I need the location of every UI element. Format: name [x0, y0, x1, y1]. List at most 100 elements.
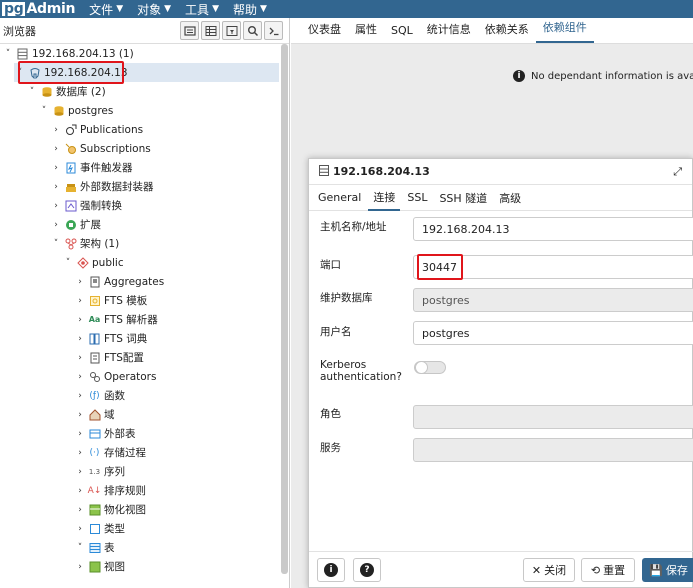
tree-item-fts-configurations[interactable]: › FTS配置: [74, 348, 144, 367]
menu-object[interactable]: 对象 ▼: [137, 1, 171, 18]
tree-item-label: 数据库 (2): [56, 86, 106, 98]
tree-item-domains[interactable]: › 域: [74, 405, 115, 424]
tree-item-label: 类型: [104, 523, 125, 535]
chevron-down-icon[interactable]: ˅: [50, 239, 62, 249]
chevron-right-icon[interactable]: ›: [74, 448, 86, 458]
tree-item-types[interactable]: › 类型: [74, 519, 125, 538]
main-tabs: 仪表盘 属性 SQL 统计信息 依赖关系 依赖组件: [291, 18, 693, 44]
tree-item-operators[interactable]: › Operators: [74, 367, 156, 386]
chevron-right-icon[interactable]: ›: [50, 125, 62, 135]
foreign-data-wrapper-icon: [64, 180, 77, 193]
search-icon[interactable]: [243, 21, 262, 40]
chevron-down-icon[interactable]: ˅: [38, 106, 50, 116]
chevron-down-icon: ▼: [164, 4, 172, 14]
tree-item-sequences[interactable]: › 1.3 序列: [74, 462, 125, 481]
chevron-down-icon[interactable]: ˅: [74, 543, 86, 553]
role-input[interactable]: [413, 405, 693, 429]
function-icon: (ƒ): [89, 390, 100, 401]
help-button[interactable]: ?: [353, 558, 381, 582]
tree-item-fts-dictionaries[interactable]: › FTS 词典: [74, 329, 147, 348]
tree-item-label: public: [92, 256, 124, 269]
service-label: 服务: [320, 442, 341, 454]
chevron-down-icon[interactable]: ˅: [26, 87, 38, 97]
menu-help[interactable]: 帮助 ▼: [233, 1, 267, 18]
tree-item-collations[interactable]: › A↓ 排序规则: [74, 481, 146, 500]
chevron-right-icon[interactable]: ›: [74, 296, 86, 306]
info-button[interactable]: i: [317, 558, 345, 582]
tree-item-fts-parsers[interactable]: › Aa FTS 解析器: [74, 310, 158, 329]
tree-item-views[interactable]: › 视图: [74, 557, 125, 576]
reset-button[interactable]: ⟲ 重置: [581, 558, 635, 582]
tab-dependencies[interactable]: 依赖关系: [478, 21, 536, 43]
tree-item-foreign-tables[interactable]: › 外部表: [74, 424, 135, 443]
service-input[interactable]: [413, 438, 693, 462]
info-icon: i: [324, 563, 338, 577]
chevron-right-icon[interactable]: ›: [74, 524, 86, 534]
dialog-tab-ssh-tunnel[interactable]: SSH 隧道: [434, 186, 492, 210]
tree-item-event-triggers[interactable]: › 事件触发器: [50, 158, 133, 177]
chevron-right-icon[interactable]: ›: [74, 372, 86, 382]
chevron-down-icon[interactable]: ˅: [62, 258, 74, 268]
dialog-tab-connection[interactable]: 连接: [368, 185, 401, 211]
chevron-right-icon[interactable]: ›: [50, 163, 62, 173]
tree-item-label: 函数: [104, 390, 125, 402]
tab-sql[interactable]: SQL: [384, 24, 420, 43]
kerberos-toggle[interactable]: [414, 361, 446, 374]
tree-item-foreign-data-wrappers[interactable]: › 外部数据封装器: [50, 177, 153, 196]
chevron-right-icon[interactable]: ›: [74, 505, 86, 515]
browser-title: 浏览器: [3, 24, 36, 38]
chevron-right-icon[interactable]: ›: [74, 467, 86, 477]
tree-item-subscriptions[interactable]: › Subscriptions: [50, 139, 151, 158]
chevron-right-icon[interactable]: ›: [74, 486, 86, 496]
tab-properties[interactable]: 属性: [348, 21, 384, 43]
tree-item-materialized-views[interactable]: › 物化视图: [74, 500, 146, 519]
chevron-right-icon[interactable]: ›: [50, 144, 62, 154]
close-button[interactable]: ✕ 关闭: [523, 558, 575, 582]
tree-item-extensions[interactable]: › 扩展: [50, 215, 101, 234]
chevron-down-icon[interactable]: ˅: [2, 49, 14, 59]
maximize-icon[interactable]: ⤢: [673, 165, 682, 179]
tree-item-public[interactable]: ˅ public: [62, 253, 124, 272]
tree-item-schemas[interactable]: ˅ 架构 (1): [50, 234, 119, 253]
chevron-right-icon[interactable]: ›: [74, 562, 86, 572]
tab-dependents[interactable]: 依赖组件: [535, 19, 594, 43]
chevron-right-icon[interactable]: ›: [74, 277, 86, 287]
menu-file[interactable]: 文件 ▼: [89, 1, 123, 18]
chevron-right-icon[interactable]: ›: [74, 353, 86, 363]
chevron-right-icon[interactable]: ›: [74, 410, 86, 420]
tree-item-postgres[interactable]: ˅ postgres: [38, 101, 114, 120]
tree-item-publications[interactable]: › Publications: [50, 120, 143, 139]
tree-item-procedures[interactable]: › (·) 存储过程: [74, 443, 146, 462]
tree-item-fts-templates[interactable]: › FTS 模板: [74, 291, 147, 310]
chevron-right-icon[interactable]: ›: [74, 315, 86, 325]
dialog-title-bar[interactable]: 192.168.204.13 ⤢: [309, 159, 692, 185]
tree-item-functions[interactable]: › (ƒ) 函数: [74, 386, 125, 405]
dialog-tab-advanced[interactable]: 高级: [494, 186, 526, 210]
save-button[interactable]: 💾 保存: [642, 558, 693, 582]
host-input[interactable]: 192.168.204.13: [413, 217, 693, 241]
tree-item-label: postgres: [68, 104, 114, 117]
chevron-right-icon[interactable]: ›: [74, 334, 86, 344]
chevron-right-icon[interactable]: ›: [50, 220, 62, 230]
view-data-icon[interactable]: [201, 21, 220, 40]
tab-dashboard[interactable]: 仪表盘: [301, 21, 348, 43]
chevron-right-icon[interactable]: ›: [74, 391, 86, 401]
chevron-right-icon[interactable]: ›: [50, 201, 62, 211]
psql-tool-icon[interactable]: [264, 21, 283, 40]
dialog-tab-ssl[interactable]: SSL: [402, 187, 432, 208]
tree-scrollbar[interactable]: [281, 44, 288, 574]
username-input[interactable]: postgres: [413, 321, 693, 345]
tree-item-tables[interactable]: ˅ 表: [74, 538, 115, 557]
dialog-tab-general[interactable]: General: [313, 187, 366, 208]
chevron-right-icon[interactable]: ›: [50, 182, 62, 192]
chevron-right-icon[interactable]: ›: [74, 429, 86, 439]
tree-item-aggregates[interactable]: › Aggregates: [74, 272, 164, 291]
info-icon: i: [513, 70, 525, 82]
tree-item-casts[interactable]: › 强制转换: [50, 196, 122, 215]
tab-statistics[interactable]: 统计信息: [420, 21, 478, 43]
dialog-footer: i ? ✕ 关闭 ⟲ 重置 💾 保存: [309, 551, 693, 587]
tree-item-databases[interactable]: ˅ 数据库 (2): [26, 82, 106, 101]
filter-rows-icon[interactable]: [222, 21, 241, 40]
query-tool-icon[interactable]: [180, 21, 199, 40]
menu-tools[interactable]: 工具 ▼: [185, 1, 219, 18]
